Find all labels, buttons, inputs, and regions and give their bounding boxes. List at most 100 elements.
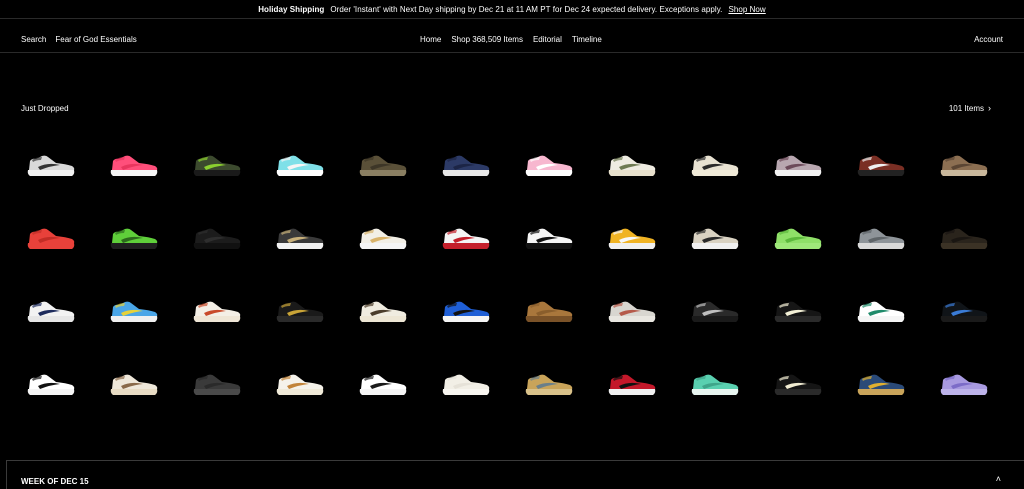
sneaker-image	[774, 374, 822, 395]
banner-message: Order 'Instant' with Next Day shipping b…	[330, 4, 723, 14]
main-nav-links: Home Shop 368,509 Items Editorial Timeli…	[420, 35, 602, 44]
product-card[interactable]	[768, 276, 851, 349]
section-title: Just Dropped	[21, 104, 69, 113]
product-card[interactable]	[353, 203, 436, 276]
product-card[interactable]	[519, 276, 602, 349]
sneaker-image	[276, 228, 324, 249]
product-card[interactable]	[104, 130, 187, 203]
nav-link-shop[interactable]: Shop 368,509 Items	[451, 35, 523, 44]
sneaker-image	[525, 228, 573, 249]
sneaker-image	[525, 155, 573, 176]
product-card[interactable]	[21, 203, 104, 276]
product-card[interactable]	[270, 203, 353, 276]
product-card[interactable]	[851, 276, 934, 349]
product-card[interactable]	[104, 203, 187, 276]
product-card[interactable]	[851, 203, 934, 276]
sneaker-image	[691, 228, 739, 249]
sneaker-image	[857, 155, 905, 176]
product-card[interactable]	[436, 130, 519, 203]
sneaker-image	[774, 228, 822, 249]
sneaker-image	[608, 301, 656, 322]
account-link[interactable]: Account	[974, 35, 1003, 44]
sneaker-image	[857, 228, 905, 249]
product-card[interactable]	[519, 349, 602, 422]
sneaker-image	[442, 155, 490, 176]
item-count[interactable]: 101 Items	[949, 104, 984, 113]
search-label[interactable]: Search	[21, 35, 46, 44]
product-card[interactable]	[934, 203, 1017, 276]
nav-link-home[interactable]: Home	[420, 35, 441, 44]
sneaker-image	[691, 374, 739, 395]
sneaker-image	[27, 301, 75, 322]
product-card[interactable]	[685, 349, 768, 422]
sneaker-image	[940, 301, 988, 322]
sneaker-image	[27, 374, 75, 395]
product-card[interactable]	[851, 349, 934, 422]
product-card[interactable]	[187, 276, 270, 349]
sneaker-image	[110, 374, 158, 395]
sneaker-image	[940, 155, 988, 176]
nav-link-timeline[interactable]: Timeline	[572, 35, 602, 44]
product-card[interactable]	[519, 130, 602, 203]
product-card[interactable]	[270, 276, 353, 349]
sneaker-image	[276, 301, 324, 322]
product-card[interactable]	[187, 203, 270, 276]
product-card[interactable]	[270, 130, 353, 203]
product-card[interactable]	[768, 130, 851, 203]
product-card[interactable]	[104, 349, 187, 422]
sneaker-image	[27, 155, 75, 176]
product-card[interactable]	[934, 349, 1017, 422]
week-section-header[interactable]: WEEK OF DEC 15 ˄	[6, 460, 1024, 489]
product-card[interactable]	[436, 203, 519, 276]
sneaker-image	[691, 155, 739, 176]
shop-now-link[interactable]: Shop Now	[728, 5, 765, 14]
sneaker-image	[691, 301, 739, 322]
sneaker-image	[276, 155, 324, 176]
sneaker-image	[193, 155, 241, 176]
search-input[interactable]: Fear of God Essentials	[55, 35, 136, 44]
product-card[interactable]	[934, 130, 1017, 203]
sneaker-image	[359, 374, 407, 395]
product-card[interactable]	[934, 276, 1017, 349]
product-card[interactable]	[21, 276, 104, 349]
product-card[interactable]	[519, 203, 602, 276]
product-card[interactable]	[187, 130, 270, 203]
product-card[interactable]	[436, 276, 519, 349]
sneaker-image	[774, 301, 822, 322]
sneaker-image	[608, 155, 656, 176]
sneaker-image	[525, 301, 573, 322]
product-card[interactable]	[768, 349, 851, 422]
view-all-items-link[interactable]: 101 Items ›	[949, 104, 991, 114]
product-grid	[21, 130, 1017, 422]
nav-link-editorial[interactable]: Editorial	[533, 35, 562, 44]
product-card[interactable]	[768, 203, 851, 276]
product-card[interactable]	[436, 349, 519, 422]
sneaker-image	[940, 374, 988, 395]
product-card[interactable]	[353, 276, 436, 349]
sneaker-image	[608, 228, 656, 249]
product-card[interactable]	[187, 349, 270, 422]
sneaker-image	[442, 374, 490, 395]
product-card[interactable]	[685, 203, 768, 276]
sneaker-image	[276, 374, 324, 395]
product-card[interactable]	[602, 349, 685, 422]
chevron-up-icon[interactable]: ˄	[996, 474, 1001, 484]
sneaker-image	[193, 228, 241, 249]
product-card[interactable]	[104, 276, 187, 349]
product-card[interactable]	[21, 349, 104, 422]
product-card[interactable]	[602, 203, 685, 276]
sneaker-image	[525, 374, 573, 395]
product-card[interactable]	[270, 349, 353, 422]
product-card[interactable]	[21, 130, 104, 203]
product-card[interactable]	[353, 130, 436, 203]
sneaker-image	[359, 228, 407, 249]
product-card[interactable]	[353, 349, 436, 422]
top-navigation: Search Fear of God Essentials Home Shop …	[0, 20, 1024, 53]
product-card[interactable]	[685, 130, 768, 203]
product-card[interactable]	[851, 130, 934, 203]
sneaker-image	[110, 155, 158, 176]
search-field[interactable]: Search Fear of God Essentials	[21, 35, 137, 44]
product-card[interactable]	[685, 276, 768, 349]
product-card[interactable]	[602, 130, 685, 203]
product-card[interactable]	[602, 276, 685, 349]
